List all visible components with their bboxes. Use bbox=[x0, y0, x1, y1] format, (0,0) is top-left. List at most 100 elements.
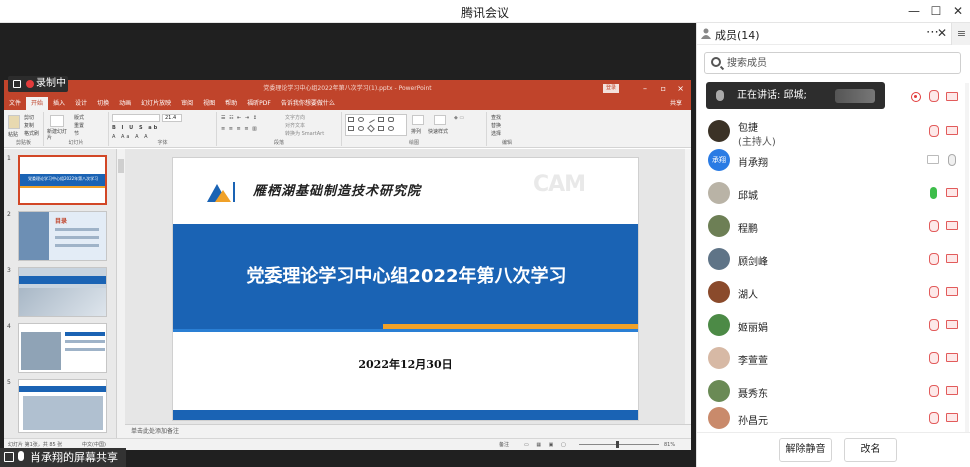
camera-off-icon[interactable] bbox=[946, 254, 958, 263]
shape-rect-icon[interactable] bbox=[348, 126, 354, 131]
thumb-scrollbar[interactable] bbox=[117, 149, 125, 438]
mic-active-icon[interactable] bbox=[930, 187, 937, 199]
members-scrollbar[interactable] bbox=[965, 83, 969, 433]
mic-muted-icon[interactable] bbox=[929, 385, 939, 397]
font-format-icons[interactable]: B I U S ab bbox=[112, 125, 159, 131]
ppt-tab-view[interactable]: 视图 bbox=[198, 97, 220, 110]
member-row-7[interactable]: 李萱萱 bbox=[697, 343, 970, 373]
ppt-tab-transitions[interactable]: 切换 bbox=[92, 97, 114, 110]
member-search-box[interactable] bbox=[704, 52, 961, 74]
quick-styles-button[interactable]: 快速样式 bbox=[428, 128, 448, 135]
ppt-maximize-icon[interactable]: ▫ bbox=[661, 80, 666, 97]
shape-rounded-icon[interactable] bbox=[388, 117, 394, 122]
slide-thumbnail-5[interactable] bbox=[18, 379, 107, 433]
ppt-tab-file[interactable]: 文件 bbox=[4, 97, 26, 110]
reset-button[interactable]: 重置 bbox=[74, 122, 84, 129]
zoom-slider-handle[interactable] bbox=[616, 441, 619, 448]
camera-off-icon[interactable] bbox=[946, 188, 958, 197]
copy-button[interactable]: 复制 bbox=[24, 122, 34, 129]
slide-thumbnail-4[interactable] bbox=[18, 323, 107, 373]
rename-button[interactable]: 改名 bbox=[844, 438, 897, 462]
new-slide-icon[interactable] bbox=[50, 115, 64, 127]
cut-button[interactable]: 剪切 bbox=[24, 114, 34, 121]
shape-rect-icon[interactable] bbox=[378, 117, 384, 122]
camera-off-icon[interactable] bbox=[946, 386, 958, 395]
shape-oval-icon[interactable] bbox=[388, 126, 394, 131]
ppt-tab-foxit[interactable]: 福昕PDF bbox=[242, 97, 276, 110]
member-row-6[interactable]: 姬丽娟 bbox=[697, 310, 970, 340]
member-row-1[interactable]: 承翔 肖承翔 bbox=[697, 145, 970, 175]
screen-share-icon[interactable] bbox=[927, 155, 939, 164]
mic-muted-icon[interactable] bbox=[929, 220, 939, 232]
member-row-5[interactable]: 湖人 bbox=[697, 277, 970, 307]
camera-off-icon[interactable] bbox=[946, 287, 958, 296]
menu-icon[interactable]: ≡ bbox=[951, 23, 970, 45]
ppt-tab-home[interactable]: 开始 bbox=[26, 97, 49, 110]
quick-styles-icon[interactable] bbox=[434, 115, 446, 125]
camera-off-icon[interactable] bbox=[946, 320, 958, 329]
notes-pane[interactable]: 单击此处添加备注 bbox=[125, 424, 691, 438]
replace-button[interactable]: 替换 bbox=[491, 122, 501, 129]
notes-toggle[interactable]: 备注 bbox=[499, 439, 509, 450]
paste-button[interactable]: 粘贴 bbox=[8, 131, 18, 138]
member-search-input[interactable] bbox=[727, 55, 957, 71]
shape-rect-icon[interactable] bbox=[378, 126, 384, 131]
member-row-8[interactable]: 聂秀东 bbox=[697, 376, 970, 406]
shape-diamond-icon[interactable] bbox=[367, 124, 375, 133]
ppt-share-button[interactable]: 共享 bbox=[665, 97, 687, 110]
ppt-tell-me[interactable]: 告诉我你想要做什么 bbox=[276, 97, 340, 110]
ppt-tab-slideshow[interactable]: 幻灯片放映 bbox=[136, 97, 176, 110]
camera-off-icon[interactable] bbox=[946, 92, 958, 101]
close-panel-icon[interactable]: ✕ bbox=[937, 26, 947, 40]
shape-fill-icon[interactable]: ◆ ▭ bbox=[454, 115, 464, 121]
slide-thumbnail-3[interactable] bbox=[18, 267, 107, 317]
mic-muted-icon[interactable] bbox=[929, 253, 939, 265]
align-icons[interactable]: ≡ ≡ ≡ ≡ ▥ bbox=[221, 126, 258, 132]
scroll-thumb[interactable] bbox=[118, 159, 124, 173]
mic-muted-icon[interactable] bbox=[929, 125, 939, 137]
ppt-tab-insert[interactable]: 插入 bbox=[48, 97, 70, 110]
shape-oval-icon[interactable] bbox=[358, 126, 364, 131]
mic-muted-icon[interactable] bbox=[929, 90, 939, 102]
camera-off-icon[interactable] bbox=[946, 353, 958, 362]
recording-indicator[interactable]: 录制中 bbox=[8, 76, 68, 92]
find-button[interactable]: 查找 bbox=[491, 114, 501, 121]
paste-icon[interactable] bbox=[8, 115, 20, 129]
section-button[interactable]: 节 bbox=[74, 130, 79, 137]
zoom-slider[interactable] bbox=[579, 444, 659, 445]
member-row-0[interactable]: 包捷 (主持人) bbox=[697, 116, 970, 148]
mic-muted-icon[interactable] bbox=[929, 352, 939, 364]
maximize-button[interactable]: ☐ bbox=[927, 3, 945, 19]
slide-thumbnail-1[interactable]: 党委理论学习中心组2022年第八次学习 bbox=[18, 155, 107, 205]
select-button[interactable]: 选择 bbox=[491, 130, 501, 137]
slide-scrollbar[interactable] bbox=[685, 149, 691, 424]
font-name-select[interactable] bbox=[112, 114, 160, 122]
layout-button[interactable]: 版式 bbox=[74, 114, 84, 121]
ppt-minimize-icon[interactable]: – bbox=[643, 80, 647, 97]
shape-line-icon[interactable] bbox=[367, 115, 375, 124]
member-row-3[interactable]: 程鹏 bbox=[697, 211, 970, 241]
ppt-tab-help[interactable]: 帮助 bbox=[220, 97, 242, 110]
format-painter-button[interactable]: 格式刷 bbox=[24, 130, 39, 137]
ppt-login-button[interactable]: 登录 bbox=[603, 84, 619, 93]
camera-off-icon[interactable] bbox=[946, 126, 958, 135]
camera-off-icon[interactable] bbox=[946, 413, 958, 422]
record-icon[interactable] bbox=[911, 92, 921, 102]
shape-oval-icon[interactable] bbox=[358, 117, 364, 122]
unmute-all-button[interactable]: 解除静音 bbox=[779, 438, 832, 462]
close-button[interactable]: ✕ bbox=[949, 3, 967, 19]
mic-muted-icon[interactable] bbox=[929, 319, 939, 331]
member-row-4[interactable]: 顾剑峰 bbox=[697, 244, 970, 274]
ppt-tab-animations[interactable]: 动画 bbox=[114, 97, 136, 110]
arrange-button[interactable]: 排列 bbox=[411, 128, 421, 135]
text-direction-button[interactable]: 文字方向 bbox=[285, 114, 305, 121]
shapes-gallery[interactable] bbox=[345, 114, 407, 136]
view-buttons[interactable]: ▭ ▦ ▣ ▢ bbox=[524, 439, 569, 450]
current-slide[interactable]: 雁栖湖基础制造技术研究院 CAM 党委理论学习中心组2022年第八次学习 202… bbox=[172, 157, 639, 421]
align-text-button[interactable]: 对齐文本 bbox=[285, 122, 305, 129]
ppt-close-icon[interactable]: × bbox=[677, 80, 684, 97]
mic-muted-icon[interactable] bbox=[929, 412, 939, 424]
slide-thumbnail-2[interactable]: 目录 bbox=[18, 211, 107, 261]
minimize-button[interactable]: — bbox=[905, 3, 923, 19]
font-size-select[interactable]: 21.4 bbox=[162, 114, 182, 122]
